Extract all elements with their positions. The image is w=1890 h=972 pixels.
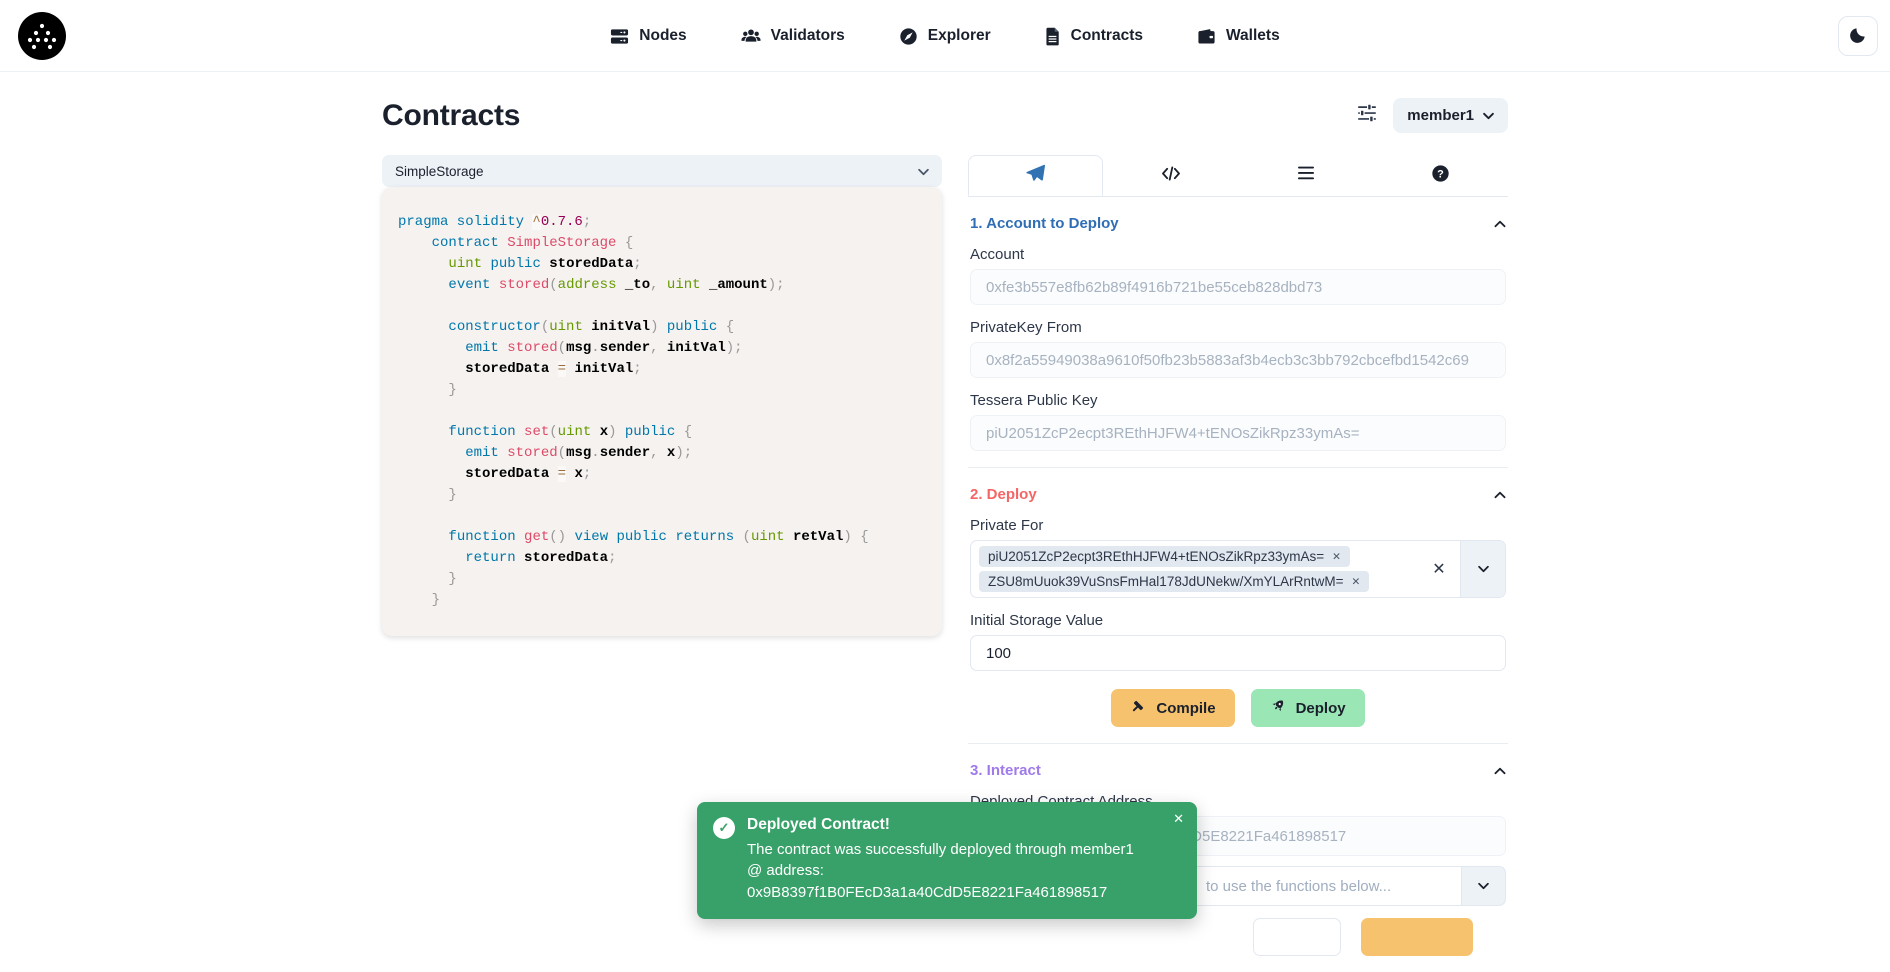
compile-button-label: Compile [1156, 700, 1215, 717]
rocket-icon [1270, 698, 1286, 718]
private-for-tags: piU2051ZcP2ecpt3REthHJFW4+tENOsZikRpz33y… [971, 541, 1418, 597]
users-icon [741, 27, 761, 46]
section-deploy: 2. Deploy Private For piU2051ZcP2ecpt3RE… [968, 467, 1508, 743]
toast-close-icon[interactable]: ✕ [1173, 811, 1184, 827]
nav-item-label: Contracts [1071, 27, 1143, 45]
nav-item-label: Validators [771, 27, 845, 45]
function-select-chevron-down-icon[interactable] [1461, 866, 1506, 906]
panel-tabs: ? [968, 155, 1508, 197]
deploy-button[interactable]: Deploy [1251, 689, 1365, 727]
multiselect-chevron-down-icon[interactable] [1460, 541, 1505, 597]
solidity-code-block: pragma solidity ^0.7.6; contract SimpleS… [382, 187, 942, 636]
moon-icon [1849, 26, 1867, 47]
tag-close-icon[interactable]: ✕ [1352, 576, 1361, 588]
private-for-multiselect[interactable]: piU2051ZcP2ecpt3REthHJFW4+tENOsZikRpz33y… [970, 540, 1506, 598]
tag-close-icon[interactable]: ✕ [1332, 551, 1341, 563]
private-for-tag: ZSU8mUuok39VuSnsFmHal178JdUNekw/XmYLArRn… [979, 571, 1369, 592]
tag-value: piU2051ZcP2ecpt3REthHJFW4+tENOsZikRpz33y… [988, 549, 1324, 564]
chevron-down-icon [918, 164, 929, 179]
section-heading: 3. Interact [970, 762, 1041, 779]
list-icon [1297, 165, 1315, 186]
tag-value: ZSU8mUuok39VuSnsFmHal178JdUNekw/XmYLArRn… [988, 574, 1344, 589]
section-heading: 1. Account to Deploy [970, 215, 1119, 232]
nav-item-label: Nodes [639, 27, 686, 45]
main-nav: Nodes Validators Explorer Contracts Wall… [0, 0, 1890, 72]
nav-item-validators[interactable]: Validators [741, 27, 845, 46]
code-icon [1161, 165, 1181, 187]
deploy-button-label: Deploy [1296, 700, 1346, 717]
sliders-icon[interactable] [1356, 103, 1378, 128]
toast-message: The contract was successfully deployed t… [747, 839, 1152, 903]
header-controls: member1 [1356, 98, 1508, 133]
multiselect-clear-icon[interactable]: ✕ [1418, 541, 1460, 597]
toast-success: ✓ Deployed Contract! The contract was su… [697, 802, 1197, 919]
tab-deploy[interactable] [968, 155, 1103, 196]
member-selector[interactable]: member1 [1393, 98, 1508, 133]
nav-item-label: Wallets [1226, 27, 1280, 45]
section-heading: 2. Deploy [970, 486, 1037, 503]
contract-source-column: SimpleStorage pragma solidity ^0.7.6; co… [382, 155, 942, 636]
private-for-tag: piU2051ZcP2ecpt3REthHJFW4+tENOsZikRpz33y… [979, 546, 1350, 567]
compile-button[interactable]: Compile [1111, 689, 1234, 727]
page-header: Contracts member1 [382, 98, 1508, 133]
contract-select[interactable]: SimpleStorage [382, 155, 942, 187]
accordion-header-interact[interactable]: 3. Interact [970, 762, 1506, 779]
deploy-actions: Compile Deploy [970, 689, 1506, 727]
navbar: Nodes Validators Explorer Contracts Wall… [0, 0, 1890, 72]
contract-select-value: SimpleStorage [395, 164, 484, 179]
svg-text:?: ? [1437, 168, 1444, 180]
secondary-action-button[interactable] [1253, 918, 1341, 956]
wallet-icon [1197, 27, 1216, 46]
nav-item-label: Explorer [928, 27, 991, 45]
server-icon [610, 27, 629, 46]
tessera-key-label: Tessera Public Key [970, 392, 1506, 409]
page-title: Contracts [382, 99, 520, 133]
toast-body: Deployed Contract! The contract was succ… [747, 815, 1152, 903]
chevron-up-icon [1494, 762, 1506, 779]
tab-help[interactable]: ? [1373, 155, 1508, 196]
primary-action-button[interactable] [1361, 918, 1473, 956]
compass-icon [899, 27, 918, 46]
hammer-icon [1130, 698, 1146, 718]
tessera-key-input[interactable] [970, 415, 1506, 451]
initial-storage-input[interactable] [970, 635, 1506, 671]
tab-logs[interactable] [1238, 155, 1373, 196]
section-account-to-deploy: 1. Account to Deploy Account PrivateKey … [968, 197, 1508, 467]
nav-item-contracts[interactable]: Contracts [1045, 27, 1143, 46]
accordion-header-account[interactable]: 1. Account to Deploy [970, 215, 1506, 232]
member-selector-value: member1 [1407, 107, 1474, 124]
file-icon [1045, 27, 1061, 46]
accordion-header-deploy[interactable]: 2. Deploy [970, 486, 1506, 503]
interact-actions [970, 918, 1506, 956]
privatekey-input[interactable] [970, 342, 1506, 378]
question-icon: ? [1431, 164, 1450, 188]
account-label: Account [970, 246, 1506, 263]
check-circle-icon: ✓ [713, 817, 735, 839]
private-for-label: Private For [970, 517, 1506, 534]
toast-title: Deployed Contract! [747, 816, 1152, 834]
privatekey-label: PrivateKey From [970, 319, 1506, 336]
nav-item-nodes[interactable]: Nodes [610, 27, 686, 46]
paper-plane-icon [1026, 164, 1045, 188]
chevron-down-icon [1483, 107, 1494, 124]
nav-item-wallets[interactable]: Wallets [1197, 27, 1280, 46]
tab-code[interactable] [1103, 155, 1238, 196]
account-input[interactable] [970, 269, 1506, 305]
nav-item-explorer[interactable]: Explorer [899, 27, 991, 46]
chevron-up-icon [1494, 215, 1506, 232]
dark-mode-toggle[interactable] [1838, 16, 1878, 56]
chevron-up-icon [1494, 486, 1506, 503]
initial-storage-label: Initial Storage Value [970, 612, 1506, 629]
